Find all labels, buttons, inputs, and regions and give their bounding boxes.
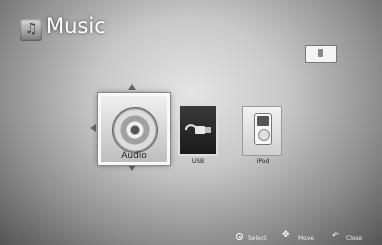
usb-label: USB	[191, 158, 205, 165]
arrow-left-icon[interactable]	[90, 124, 96, 132]
disc-icon	[112, 107, 158, 153]
arrow-up-icon[interactable]	[128, 84, 136, 90]
ipod-item[interactable]	[242, 106, 282, 156]
select-hint: Select	[248, 235, 267, 242]
device-icon[interactable]	[305, 45, 337, 63]
audio-label: Audio	[121, 151, 147, 161]
usb-icon	[185, 124, 211, 134]
select-button-icon	[236, 233, 243, 240]
move-hint: Move	[298, 235, 315, 242]
page-title: Music	[46, 14, 106, 38]
move-arrows-icon: ✥	[282, 230, 290, 240]
usb-item[interactable]	[178, 104, 218, 156]
return-icon: ↶	[332, 231, 339, 240]
music-note-icon: ♫	[20, 19, 42, 41]
ipod-label: iPod	[256, 158, 270, 165]
close-hint: Close	[346, 235, 363, 242]
arrow-down-icon[interactable]	[128, 165, 136, 171]
ipod-icon	[254, 113, 272, 145]
